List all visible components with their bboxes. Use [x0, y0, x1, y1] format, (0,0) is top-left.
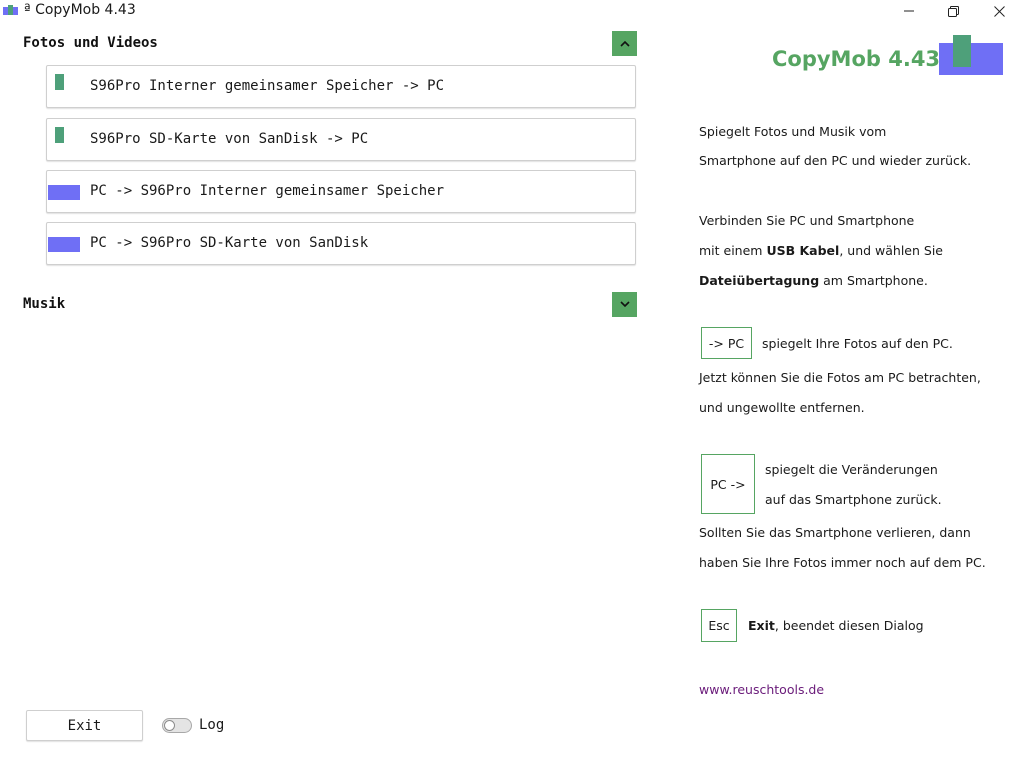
app-icon	[3, 5, 18, 16]
info-text: haben Sie Ihre Fotos immer noch auf dem …	[699, 555, 986, 570]
blue-marker-icon	[48, 185, 80, 200]
sync-phone-sd-to-pc-button[interactable]: S96Pro SD-Karte von SanDisk -> PC	[46, 118, 636, 161]
info-text: auf das Smartphone zurück.	[765, 492, 942, 507]
section-title-musik: Musik	[23, 296, 66, 312]
maximize-button[interactable]	[930, 0, 976, 22]
collapse-fotos-button[interactable]	[612, 31, 637, 56]
action-label: PC -> S96Pro SD-Karte von SanDisk	[90, 235, 369, 251]
restore-icon	[947, 5, 959, 17]
sync-pc-to-phone-internal-button[interactable]: PC -> S96Pro Interner gemeinsamer Speich…	[46, 170, 636, 213]
info-text: Smartphone auf den PC und wieder zurück.	[699, 153, 972, 168]
close-icon	[993, 5, 1005, 17]
key-from-pc: PC ->	[701, 454, 755, 514]
info-text: Spiegelt Fotos und Musik vom	[699, 124, 887, 139]
title-bar: ª CopyMob 4.43	[0, 0, 1024, 22]
blue-marker-icon	[48, 237, 80, 252]
section-title-fotos: Fotos und Videos	[23, 35, 158, 51]
action-label: PC -> S96Pro Interner gemeinsamer Speich…	[90, 183, 445, 199]
website-link[interactable]: www.reuschtools.de	[699, 682, 824, 697]
key-to-pc: -> PC	[701, 327, 752, 359]
title-prefix: ª	[24, 2, 31, 18]
usb-cable-emphasis: USB Kabel	[766, 243, 840, 258]
info-text: und ungewollte entfernen.	[699, 400, 865, 415]
chevron-down-icon	[619, 301, 630, 308]
action-label: S96Pro SD-Karte von SanDisk -> PC	[90, 131, 369, 147]
info-text: Exit, beendet diesen Dialog	[748, 618, 924, 633]
expand-musik-button[interactable]	[612, 292, 637, 317]
key-esc: Esc	[701, 609, 737, 642]
action-label: S96Pro Interner gemeinsamer Speicher -> …	[90, 78, 445, 94]
info-text: Jetzt können Sie die Fotos am PC betrach…	[699, 370, 981, 385]
title-label: CopyMob 4.43	[35, 2, 136, 18]
log-label: Log	[199, 717, 225, 733]
exit-emphasis: Exit	[748, 618, 775, 633]
sync-pc-to-phone-sd-button[interactable]: PC -> S96Pro SD-Karte von SanDisk	[46, 222, 636, 265]
minimize-icon	[904, 10, 914, 12]
exit-button[interactable]: Exit	[26, 710, 143, 741]
sync-phone-internal-to-pc-button[interactable]: S96Pro Interner gemeinsamer Speicher -> …	[46, 65, 636, 108]
info-text: Verbinden Sie PC und Smartphone	[699, 213, 915, 228]
log-toggle[interactable]	[162, 718, 192, 733]
window-title: ª CopyMob 4.43	[24, 2, 136, 18]
info-text: spiegelt die Veränderungen	[765, 462, 938, 477]
info-text: spiegelt Ihre Fotos auf den PC.	[762, 336, 953, 351]
minimize-button[interactable]	[886, 0, 932, 22]
close-button[interactable]	[976, 0, 1022, 22]
brand-logo	[939, 35, 1003, 75]
green-marker-icon	[55, 74, 64, 90]
green-marker-icon	[55, 127, 64, 143]
chevron-up-icon	[619, 40, 630, 47]
file-transfer-emphasis: Dateiübertagung	[699, 273, 820, 288]
toggle-knob	[164, 720, 175, 731]
info-text: mit einem USB Kabel, und wählen Sie	[699, 243, 943, 258]
info-text: Sollten Sie das Smartphone verlieren, da…	[699, 525, 971, 540]
brand-title: CopyMob 4.43	[772, 47, 941, 71]
info-text: Dateiübertagung am Smartphone.	[699, 273, 928, 288]
